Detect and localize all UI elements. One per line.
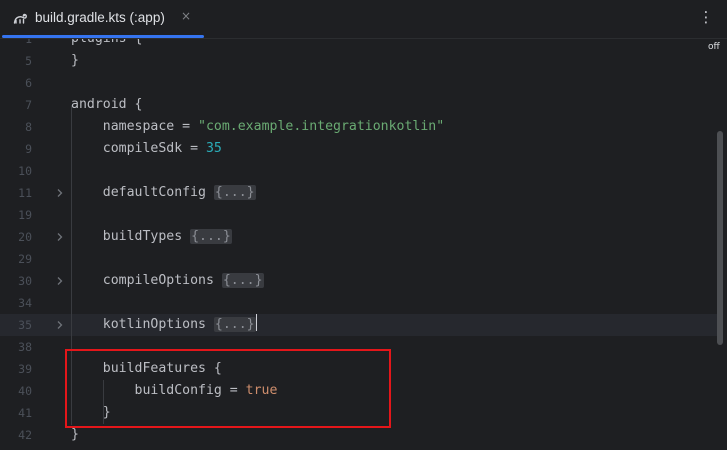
line-number: 20 (18, 230, 32, 244)
line-number: 19 (18, 208, 32, 222)
line-number: 1 (25, 39, 32, 46)
vertical-scrollbar[interactable] (717, 131, 723, 345)
code-line[interactable]: 9 compileSdk = 35 (0, 138, 718, 160)
code-text: compileOptions {...} (71, 270, 264, 292)
line-number: 30 (18, 274, 32, 288)
line-number: 34 (18, 296, 32, 310)
gradle-icon (12, 10, 30, 28)
active-tab-indicator (2, 35, 204, 38)
line-number: 42 (18, 428, 32, 442)
line-number: 6 (25, 76, 32, 90)
code-token: buildTypes (71, 229, 191, 244)
code-line[interactable]: 19 (0, 204, 718, 226)
code-text: android { (71, 94, 142, 116)
code-token: } (71, 427, 79, 442)
code-line[interactable]: 7 android { (0, 94, 718, 116)
code-text: compileSdk = 35 (71, 138, 222, 160)
close-icon[interactable]: × (181, 9, 191, 23)
code-line[interactable]: 8 namespace = "com.example.integrationko… (0, 116, 718, 138)
line-number: 38 (18, 340, 32, 354)
code-token: } (71, 53, 79, 68)
line-number: 11 (18, 186, 32, 200)
code-token: kotlinOptions (71, 317, 214, 332)
chevron-right-icon[interactable] (55, 232, 65, 242)
code-text: plugins { (71, 39, 142, 50)
line-number: 41 (18, 406, 32, 420)
line-number: 40 (18, 384, 32, 398)
code-line[interactable]: 11 defaultConfig {...} (0, 182, 718, 204)
number-literal: 35 (205, 141, 222, 156)
folded-region-placeholder[interactable]: {...} (221, 273, 264, 288)
code-text: } (71, 50, 79, 72)
chevron-right-icon[interactable] (55, 320, 65, 330)
line-number: 29 (18, 252, 32, 266)
editor-tab-bar: build.gradle.kts (:app) × ⋮ (0, 0, 727, 39)
line-number: 8 (25, 120, 32, 134)
line-number: 5 (25, 54, 32, 68)
folded-region-placeholder[interactable]: {...} (190, 229, 232, 244)
line-number: 7 (25, 98, 32, 112)
code-line[interactable]: 10 (0, 160, 718, 182)
code-text: kotlinOptions {...} (71, 314, 258, 336)
code-token: compileSdk = (71, 141, 206, 156)
code-line[interactable]: 6 (0, 72, 718, 94)
code-token: namespace = (71, 119, 199, 134)
folded-region-placeholder[interactable]: {...} (213, 185, 256, 200)
chevron-right-icon[interactable] (55, 188, 65, 198)
highlight-annotation-box (65, 349, 391, 428)
code-line[interactable]: 29 (0, 248, 718, 270)
code-token: compileOptions (71, 273, 222, 288)
code-token: plugins { (71, 39, 142, 46)
more-options-icon[interactable]: ⋮ (698, 8, 714, 28)
code-token: defaultConfig (71, 185, 214, 200)
code-line[interactable]: 30 compileOptions {...} (0, 270, 718, 292)
tab-build-gradle-kts[interactable]: build.gradle.kts (:app) × (0, 0, 204, 38)
chevron-right-icon[interactable] (55, 276, 65, 286)
text-caret (255, 314, 258, 331)
code-text: namespace = "com.example.integrationkotl… (71, 116, 444, 138)
code-token: android { (71, 97, 143, 112)
code-line[interactable]: 34 (0, 292, 718, 314)
code-line[interactable]: 5} (0, 50, 718, 72)
line-number: 9 (25, 142, 32, 156)
folded-region-placeholder[interactable]: {...} (213, 317, 256, 332)
code-text: defaultConfig {...} (71, 182, 256, 204)
code-line[interactable]: 20 buildTypes {...} (0, 226, 718, 248)
code-line[interactable]: 35 kotlinOptions {...} (0, 314, 718, 336)
line-number: 35 (18, 318, 32, 332)
string-literal: "com.example.integrationkotlin" (198, 119, 445, 134)
tab-title: build.gradle.kts (:app) (35, 10, 165, 25)
line-number: 10 (18, 164, 32, 178)
code-text: buildTypes {...} (71, 226, 232, 248)
line-number: 39 (18, 362, 32, 376)
code-line[interactable]: 1 plugins { (0, 39, 718, 50)
